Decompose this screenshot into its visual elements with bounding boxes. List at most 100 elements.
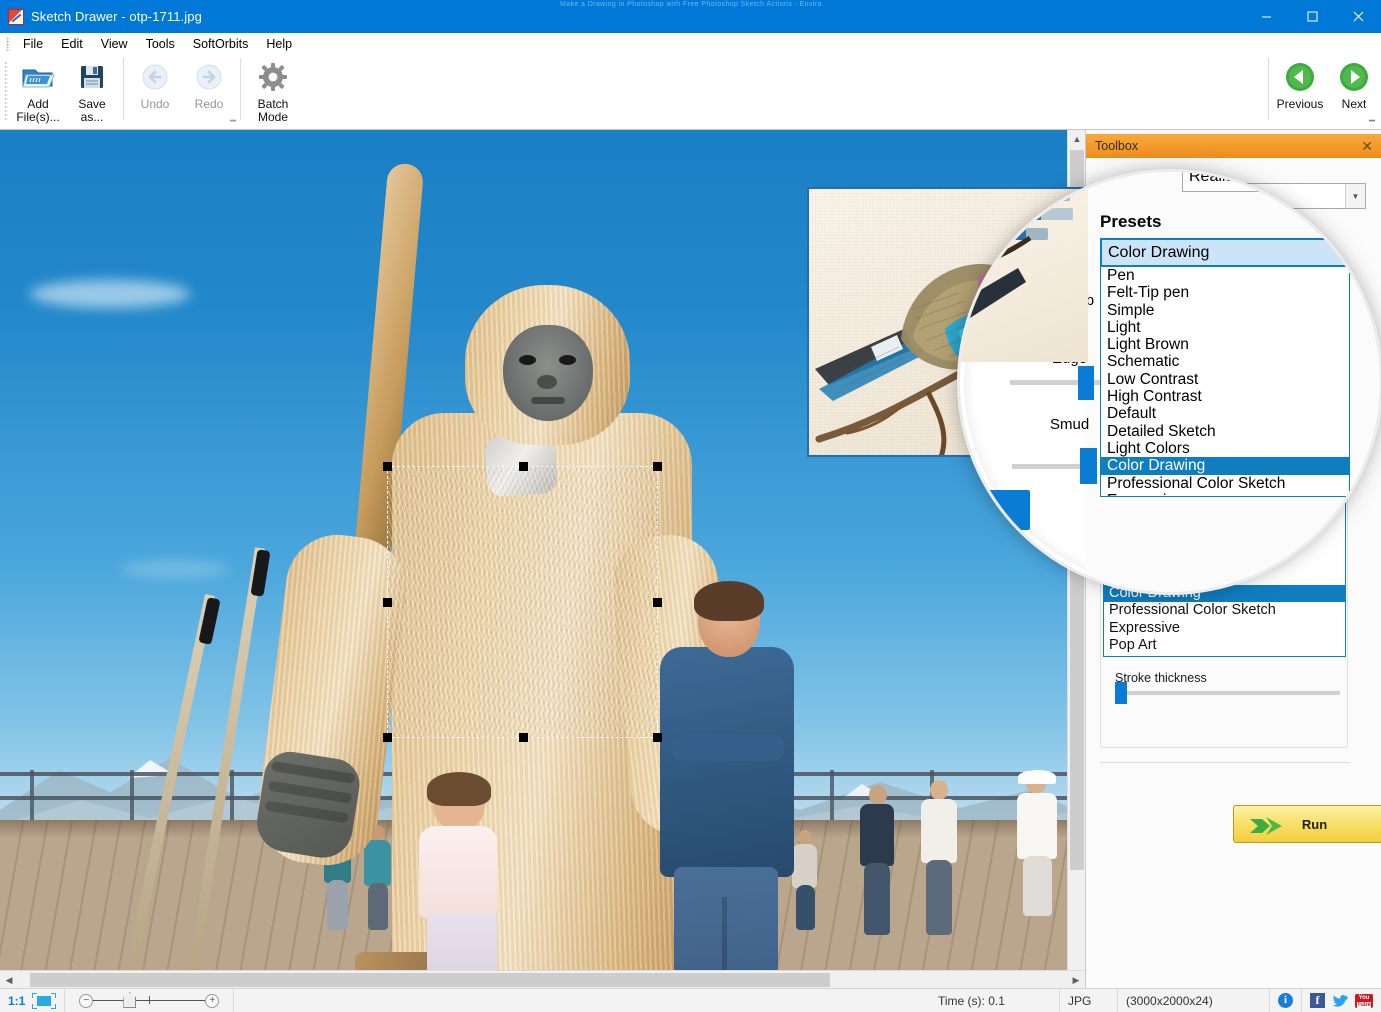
next-button[interactable]: Next: [1327, 55, 1381, 123]
scroll-up-arrow-icon[interactable]: ▲: [1068, 130, 1086, 148]
zoom-slider-thumb[interactable]: [123, 992, 137, 1008]
menu-softorbits[interactable]: SoftOrbits: [184, 34, 258, 54]
toolbox-close-icon[interactable]: ✕: [1361, 139, 1373, 153]
status-bar: 1:1 − + Time (s): 0.1 JPG (3000x2000x24)…: [0, 988, 1381, 1012]
facebook-icon[interactable]: f: [1310, 993, 1325, 1008]
preset-option[interactable]: Default: [1104, 532, 1345, 550]
man-person: [650, 581, 800, 970]
twitter-icon[interactable]: [1332, 994, 1348, 1008]
youtube-icon[interactable]: You Tube: [1355, 993, 1373, 1008]
status-social-links: f You Tube: [1302, 989, 1381, 1012]
ribbon-collapse-left-icon[interactable]: ━: [230, 116, 236, 127]
zoom-slider-track[interactable]: [93, 992, 206, 1008]
previous-button[interactable]: Previous: [1273, 55, 1327, 123]
preset-option[interactable]: Pop Art: [1104, 637, 1345, 655]
resize-handle-n[interactable]: [519, 462, 528, 471]
preset-option[interactable]: High Contrast: [1104, 514, 1345, 532]
selection-marquee[interactable]: [383, 462, 662, 742]
horizontal-scroll-track[interactable]: [18, 971, 1067, 988]
stroke-thickness-thumb[interactable]: [1115, 682, 1127, 704]
ribbon-collapse-icon[interactable]: ━: [1369, 116, 1375, 127]
stroke-thickness-track[interactable]: [1115, 682, 1340, 704]
redo-label: Redo: [194, 97, 224, 111]
background-person: [1012, 770, 1064, 945]
open-folder-icon: [21, 60, 55, 94]
canvas-horizontal-scrollbar[interactable]: ◀ ▶: [0, 970, 1085, 989]
preset-option[interactable]: Expressive: [1104, 620, 1345, 638]
preset-option[interactable]: Felt-Tip pen: [1104, 409, 1345, 427]
batch-mode-button[interactable]: Batch Mode: [245, 55, 301, 124]
preset-option[interactable]: Detailed Sketch: [1104, 549, 1345, 567]
maximize-button[interactable]: [1289, 0, 1335, 33]
preset-option[interactable]: Schematic: [1104, 479, 1345, 497]
presets-combobox-value: Color Drawing: [1110, 369, 1206, 386]
close-button[interactable]: [1335, 0, 1381, 33]
previous-arrow-icon: [1284, 60, 1316, 94]
menu-grip[interactable]: [6, 37, 10, 51]
info-icon[interactable]: i: [1278, 993, 1293, 1008]
jeans: [674, 867, 778, 970]
undo-button[interactable]: Undo: [128, 55, 182, 123]
menu-help[interactable]: Help: [257, 34, 301, 54]
menu-file[interactable]: File: [14, 34, 52, 54]
zoom-slider[interactable]: − +: [79, 992, 220, 1008]
toolbar-grip[interactable]: [4, 61, 8, 121]
presets-combobox[interactable]: Color Drawing ▾: [1103, 364, 1346, 391]
minimize-button[interactable]: [1243, 0, 1289, 33]
resize-handle-se[interactable]: [653, 733, 662, 742]
cloud: [30, 280, 190, 308]
stroke-thickness-label: Stroke thickness: [1115, 671, 1207, 685]
toolbar-separator-3: [1268, 58, 1269, 120]
girl-leggings: [427, 914, 497, 970]
toolbar-separator-2: [240, 58, 241, 120]
background-person: [915, 780, 963, 935]
zoom-out-icon[interactable]: −: [79, 993, 94, 1008]
status-info-cell[interactable]: i: [1270, 988, 1302, 1012]
presets-dropdown-list[interactable]: Pen Felt-Tip pen Simple Light Light Brow…: [1103, 391, 1346, 657]
floppy-disk-save-icon: [77, 60, 107, 94]
scroll-left-arrow-icon[interactable]: ◀: [0, 971, 18, 989]
resize-handle-sw[interactable]: [383, 733, 392, 742]
preset-option[interactable]: Pen: [1104, 391, 1345, 409]
zoom-in-icon[interactable]: +: [205, 993, 220, 1008]
preset-option[interactable]: Light Brown: [1104, 461, 1345, 479]
run-button[interactable]: Run: [1233, 805, 1381, 843]
status-time: Time (s): 0.1: [930, 988, 1060, 1012]
resize-handle-s[interactable]: [519, 733, 528, 742]
toolbar-group-file: Add File(s)... Save as...: [11, 55, 119, 127]
save-as-label: Save as...: [78, 97, 106, 124]
next-label: Next: [1341, 97, 1367, 111]
resize-handle-e[interactable]: [653, 598, 662, 607]
scroll-right-arrow-icon[interactable]: ▶: [1067, 971, 1085, 989]
cloud: [120, 560, 230, 578]
zoom-ratio-label: 1:1: [8, 993, 26, 1008]
menu-tools[interactable]: Tools: [137, 34, 184, 54]
preset-option[interactable]: Light: [1104, 444, 1345, 462]
style-combobox[interactable]: Realistic ▼: [1186, 183, 1366, 209]
preset-option-selected[interactable]: Color Drawing: [1104, 584, 1345, 603]
panel-divider: [1100, 762, 1350, 763]
save-as-button[interactable]: Save as...: [65, 55, 119, 124]
background-page-text: Make a Drawing in Photoshop with Free Ph…: [560, 1, 822, 8]
toolbox-title: Toolbox: [1095, 139, 1139, 153]
redo-button[interactable]: Redo: [182, 55, 236, 123]
preset-option[interactable]: Low Contrast: [1104, 497, 1345, 515]
next-arrow-icon: [1338, 60, 1370, 94]
chevron-down-icon[interactable]: ▾: [1336, 371, 1341, 382]
menu-edit[interactable]: Edit: [52, 34, 92, 54]
preset-option[interactable]: Professional Color Sketch: [1104, 602, 1345, 620]
resize-handle-w[interactable]: [383, 598, 392, 607]
horizontal-scroll-thumb[interactable]: [30, 973, 830, 987]
presets-label: Presets: [1103, 342, 1158, 359]
resize-handle-nw[interactable]: [383, 462, 392, 471]
add-files-button[interactable]: Add File(s)...: [11, 55, 65, 124]
preset-option[interactable]: Simple: [1104, 426, 1345, 444]
chevron-down-icon[interactable]: ▼: [1345, 184, 1365, 208]
fit-to-window-icon[interactable]: [32, 992, 57, 1009]
resize-handle-ne[interactable]: [653, 462, 662, 471]
sketch-preview-overlay: [388, 467, 657, 737]
menu-view[interactable]: View: [92, 34, 137, 54]
add-files-label: Add File(s)...: [16, 97, 60, 124]
toolbar-separator-1: [123, 58, 124, 120]
preset-option[interactable]: Light Colors: [1104, 567, 1345, 585]
